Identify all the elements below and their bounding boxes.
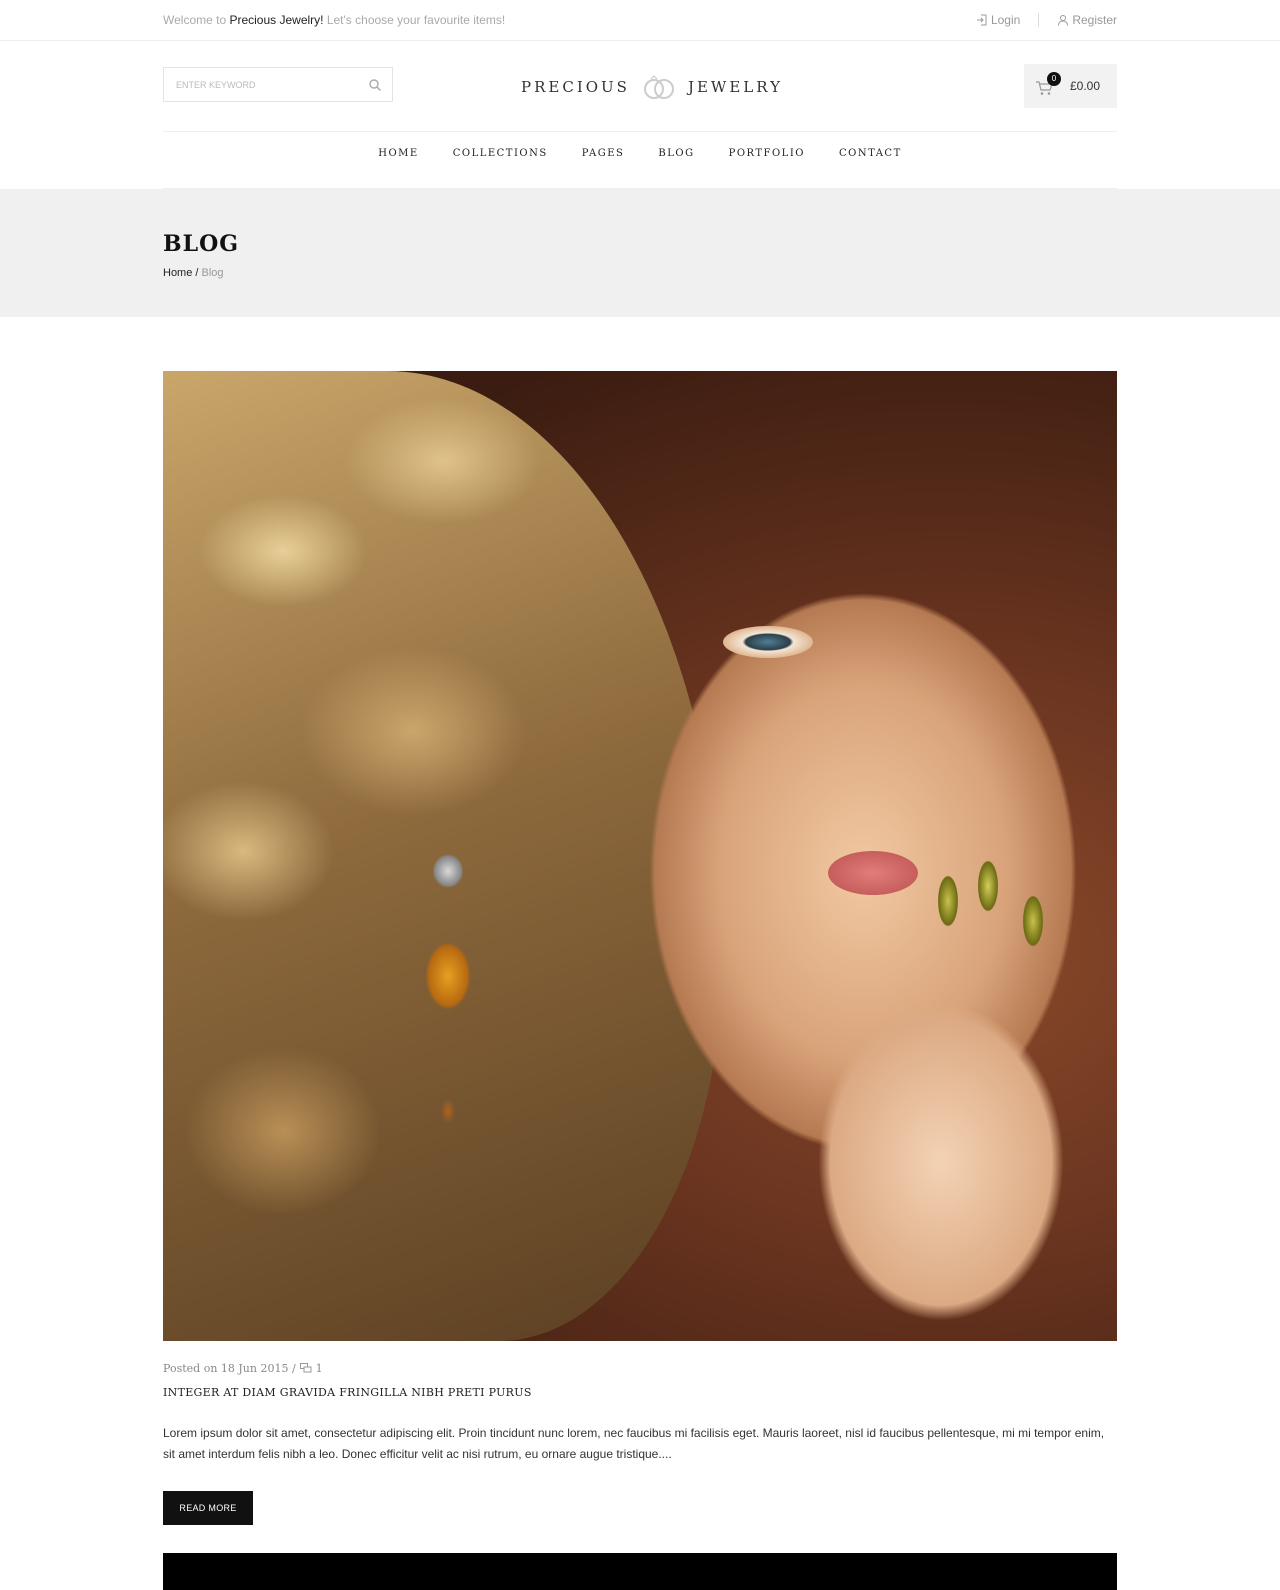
search-input[interactable] (164, 68, 354, 101)
welcome-message: Welcome to Precious Jewelry! Let's choos… (163, 13, 505, 27)
post-title[interactable]: INTEGER AT DIAM GRAVIDA FRINGILLA NIBH P… (163, 1386, 532, 1399)
image-earring-region (418, 841, 478, 1141)
image-eye-region (723, 626, 813, 658)
rings-icon (643, 75, 674, 99)
nav-item-home[interactable]: HOME (378, 148, 418, 159)
breadcrumb-home[interactable]: Home (163, 267, 192, 279)
auth-links: Login Register (976, 13, 1117, 27)
breadcrumb: Home / Blog (163, 267, 224, 279)
image-lips-region (828, 851, 918, 895)
nav-item-portfolio[interactable]: PORTFOLIO (729, 148, 805, 159)
nav-item-pages[interactable]: PAGES (582, 148, 625, 159)
breadcrumb-separator: / (192, 267, 202, 279)
nav-item-blog[interactable]: BLOG (658, 148, 694, 159)
login-label: Login (990, 13, 1021, 27)
main-nav: HOME COLLECTIONS PAGES BLOG PORTFOLIO CO… (163, 148, 1117, 159)
register-link[interactable]: Register (1057, 13, 1117, 27)
top-bar: Welcome to Precious Jewelry! Let's choos… (0, 0, 1280, 41)
nav-item-collections[interactable]: COLLECTIONS (453, 148, 548, 159)
image-hand-region (743, 931, 1103, 1341)
search-box (163, 67, 393, 102)
image-nails-region (933, 861, 1083, 951)
cart-count-badge: 0 (1047, 72, 1061, 86)
register-label: Register (1072, 13, 1117, 27)
login-icon (976, 14, 987, 26)
logo-text-right: JEWELRY (687, 78, 783, 96)
next-post-image[interactable] (163, 1553, 1117, 1590)
cart-total: £0.00 (1070, 79, 1101, 93)
comment-count[interactable]: 1 (316, 1362, 323, 1375)
cart-button[interactable]: 0 £0.00 (1024, 64, 1117, 108)
post-meta: Posted on 18 Jun 2015 / 1 (163, 1362, 323, 1375)
welcome-suffix: Let's choose your favourite items! (323, 13, 506, 27)
page-title: BLOG (163, 231, 240, 257)
search-icon[interactable] (368, 78, 382, 92)
login-link[interactable]: Login (976, 13, 1020, 27)
comment-icon (299, 1363, 312, 1373)
logo-text-left: PRECIOUS (521, 78, 630, 96)
nav-divider-top (163, 131, 1117, 132)
read-more-button[interactable]: READ MORE (163, 1491, 253, 1525)
post-featured-image[interactable] (163, 371, 1117, 1341)
site-logo[interactable]: PRECIOUS JEWELRY (521, 72, 783, 102)
user-icon (1058, 15, 1069, 26)
post-excerpt: Lorem ipsum dolor sit amet, consectetur … (163, 1426, 1105, 1461)
post-date: Posted on 18 Jun 2015 / (163, 1362, 296, 1375)
breadcrumb-current: Blog (201, 267, 224, 279)
page-title-band: BLOG Home / Blog (0, 189, 1280, 317)
welcome-prefix: Welcome to (163, 13, 230, 27)
nav-item-contact[interactable]: CONTACT (839, 148, 902, 159)
auth-divider (1038, 13, 1040, 27)
store-name: Precious Jewelry! (229, 13, 324, 27)
